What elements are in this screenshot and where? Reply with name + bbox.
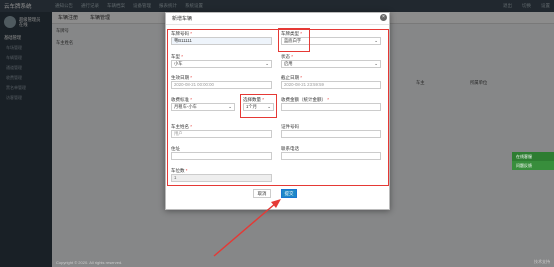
plate-type-select[interactable]: 蓝底白字 ⌄ (281, 37, 381, 45)
modal-title: 新增车辆 (166, 13, 389, 25)
owner-name-field: 车主姓名 * 用户 (171, 124, 272, 138)
end-date-field: 截止日期 * 2020-08-21 23:59:59 (281, 75, 381, 89)
plate-input[interactable]: 粤B11111 (171, 37, 272, 45)
pick-count-value: 1个月 (246, 104, 257, 109)
spots-input[interactable]: 1 (171, 174, 272, 182)
fee-amount-label: 收费金额（统计金额） (281, 97, 326, 102)
chevron-down-icon: ⌄ (267, 104, 271, 109)
owner-name-label: 车主姓名 (171, 124, 189, 129)
chevron-down-icon: ⌄ (374, 61, 378, 66)
footer-copyright: Copyright © 2020. All rights reserved. (56, 259, 123, 265)
submit-button[interactable]: 提交 (281, 189, 297, 198)
phone-field: 联系电话 (281, 146, 381, 160)
cancel-button[interactable]: 取消 (253, 189, 271, 198)
car-type-label: 车型 (171, 54, 180, 59)
id-number-input[interactable] (281, 130, 381, 138)
car-type-field: 车型 * 小车 ⌄ (171, 54, 272, 68)
plate-field: 车牌号码 * 粤B11111 (171, 31, 272, 45)
address-field: 住址 (171, 146, 272, 160)
chevron-down-icon: ⌄ (228, 104, 232, 109)
spots-label: 车位数 (171, 168, 185, 173)
pick-count-select[interactable]: 1个月 ⌄ (243, 103, 274, 111)
chevron-down-icon: ⌄ (374, 38, 378, 43)
page-footer: Copyright © 2020. All rights reserved. 技… (52, 257, 554, 267)
plate-type-label: 车牌类型 (281, 31, 299, 36)
id-number-field: 证件号码 (281, 124, 381, 138)
plate-type-value: 蓝底白字 (284, 38, 302, 43)
footer-support: 技术支持 (534, 259, 550, 264)
status-label: 状态 (281, 54, 290, 59)
owner-name-input[interactable]: 用户 (171, 130, 272, 138)
fee-standard-label: 收费标准 (171, 97, 189, 102)
pick-count-label: 选择数量 (243, 97, 261, 102)
start-date-label: 生效日期 (171, 75, 189, 80)
address-input[interactable] (171, 152, 272, 160)
fee-standard-field: 收费标准 * 月租车-小车 ⌄ (171, 97, 235, 111)
start-date-input[interactable]: 2020-08-21 00:00:00 (171, 81, 272, 89)
float-feedback-button[interactable]: 问题反馈 (512, 161, 554, 170)
fee-standard-value: 月租车-小车 (174, 104, 197, 109)
car-type-value: 小车 (174, 61, 183, 66)
spots-field: 车位数 * 1 (171, 168, 272, 182)
status-value: 启用 (284, 61, 293, 66)
fee-amount-input[interactable] (281, 103, 381, 111)
start-date-field: 生效日期 * 2020-08-21 00:00:00 (171, 75, 272, 89)
fee-amount-field: 收费金额（统计金额） * (281, 97, 381, 111)
float-service-button[interactable]: 在线客服 (512, 152, 554, 161)
pick-count-field: 选择数量 * 1个月 ⌄ (243, 97, 274, 111)
end-date-input[interactable]: 2020-08-21 23:59:59 (281, 81, 381, 89)
plate-label: 车牌号码 (171, 31, 189, 36)
status-field: 状态 * 启用 ⌄ (281, 54, 381, 68)
phone-input[interactable] (281, 152, 381, 160)
close-icon[interactable]: × (380, 14, 387, 21)
fee-standard-select[interactable]: 月租车-小车 ⌄ (171, 103, 235, 111)
end-date-label: 截止日期 (281, 75, 299, 80)
chevron-down-icon: ⌄ (265, 61, 269, 66)
car-type-select[interactable]: 小车 ⌄ (171, 60, 272, 68)
status-select[interactable]: 启用 ⌄ (281, 60, 381, 68)
plate-type-field: 车牌类型 * 蓝底白字 ⌄ (281, 31, 381, 45)
